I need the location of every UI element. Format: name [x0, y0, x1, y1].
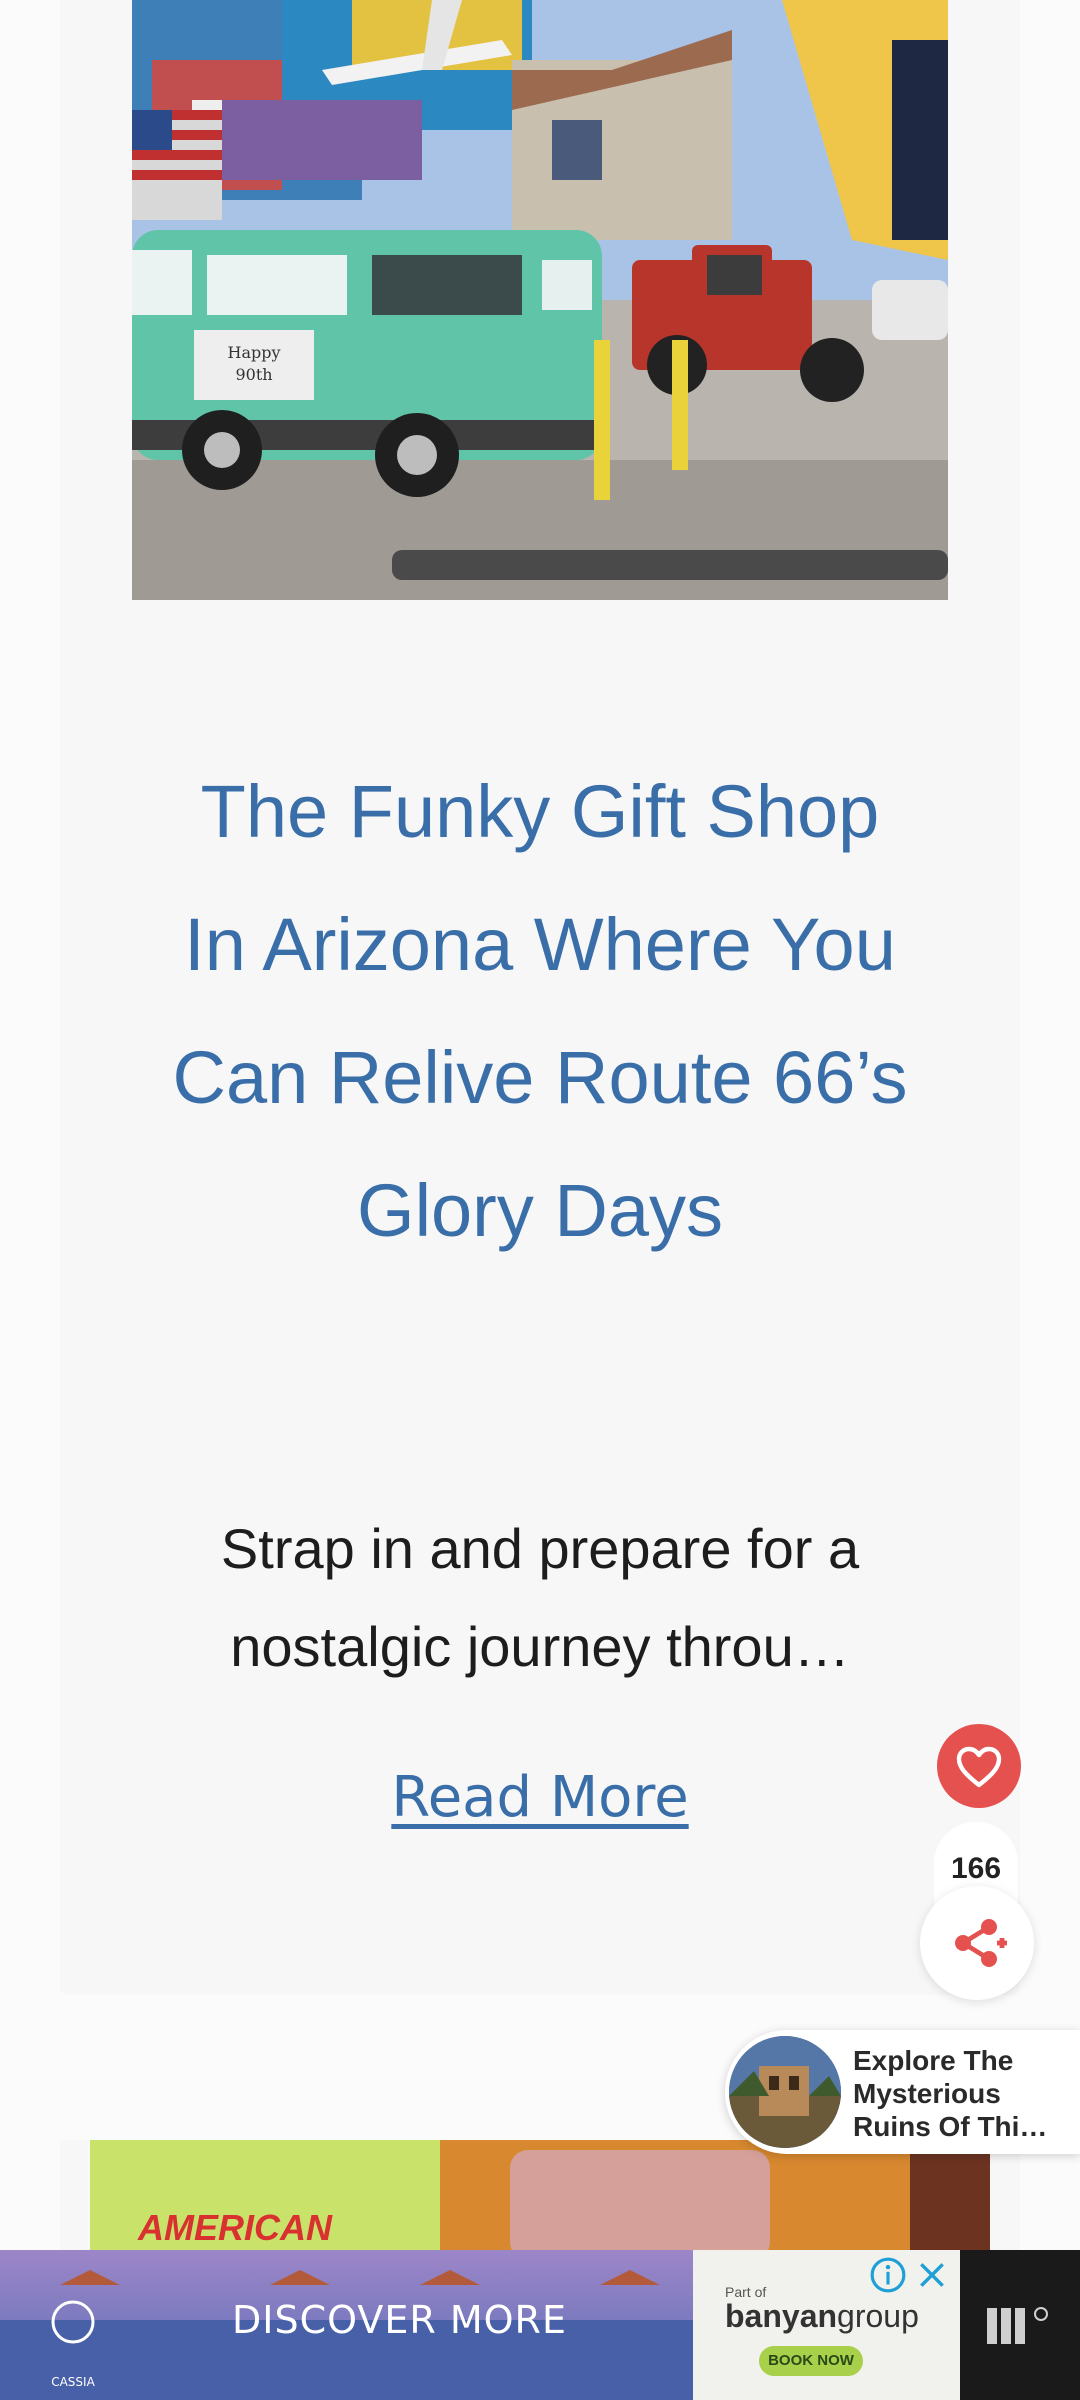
book-now-button[interactable]: BOOK NOW: [759, 2346, 863, 2376]
next-article-image-text: AMERICAN: [137, 2207, 333, 2248]
advertiser-logo: CASSIA: [51, 2375, 95, 2389]
read-more-link[interactable]: Read More: [340, 1765, 740, 1830]
recommendation-title-line: Explore The: [853, 2045, 1014, 2076]
svg-text:90th: 90th: [235, 365, 272, 384]
recommendation-title-line: Ruins Of Thi…: [853, 2111, 1048, 2142]
svg-text:Happy: Happy: [227, 343, 280, 362]
ad-cta[interactable]: DISCOVER MORE: [232, 2298, 567, 2342]
ad-info-icon[interactable]: [868, 2255, 908, 2295]
ad-image[interactable]: CASSIA DISCOVER MORE: [0, 2250, 693, 2400]
recommendation-thumbnail: [729, 2036, 841, 2148]
favorite-button[interactable]: [937, 1724, 1021, 1808]
share-icon: [955, 1919, 1007, 1967]
article-excerpt: Strap in and prepare for a nostalgic jou…: [220, 1517, 860, 1678]
ad-brand-name: banyangroup: [725, 2298, 919, 2335]
next-article-image[interactable]: AMERICAN: [90, 2140, 990, 2260]
recommendation-title: Explore The Mysterious Ruins Of Thi…: [853, 2044, 1075, 2143]
recommendation-popup[interactable]: Explore The Mysterious Ruins Of Thi…: [725, 2030, 1080, 2154]
share-count: 166: [950, 1852, 1002, 1885]
ad-brand-light: group: [837, 2298, 919, 2334]
ad-close-icon[interactable]: [912, 2255, 952, 2295]
recommendation-title-line: Mysterious: [853, 2078, 1001, 2109]
page: Happy 90th The Funky Gift Shop In Arizon…: [0, 0, 1080, 2400]
share-button[interactable]: [920, 1886, 1034, 2000]
publisher-logo-icon: [960, 2250, 1080, 2400]
article-hero-image[interactable]: Happy 90th: [132, 0, 948, 600]
article-title[interactable]: The Funky Gift Shop In Arizona Where You…: [160, 745, 920, 1277]
ad-brand-bold: banyan: [725, 2298, 838, 2334]
heart-icon: [956, 1746, 1002, 1788]
